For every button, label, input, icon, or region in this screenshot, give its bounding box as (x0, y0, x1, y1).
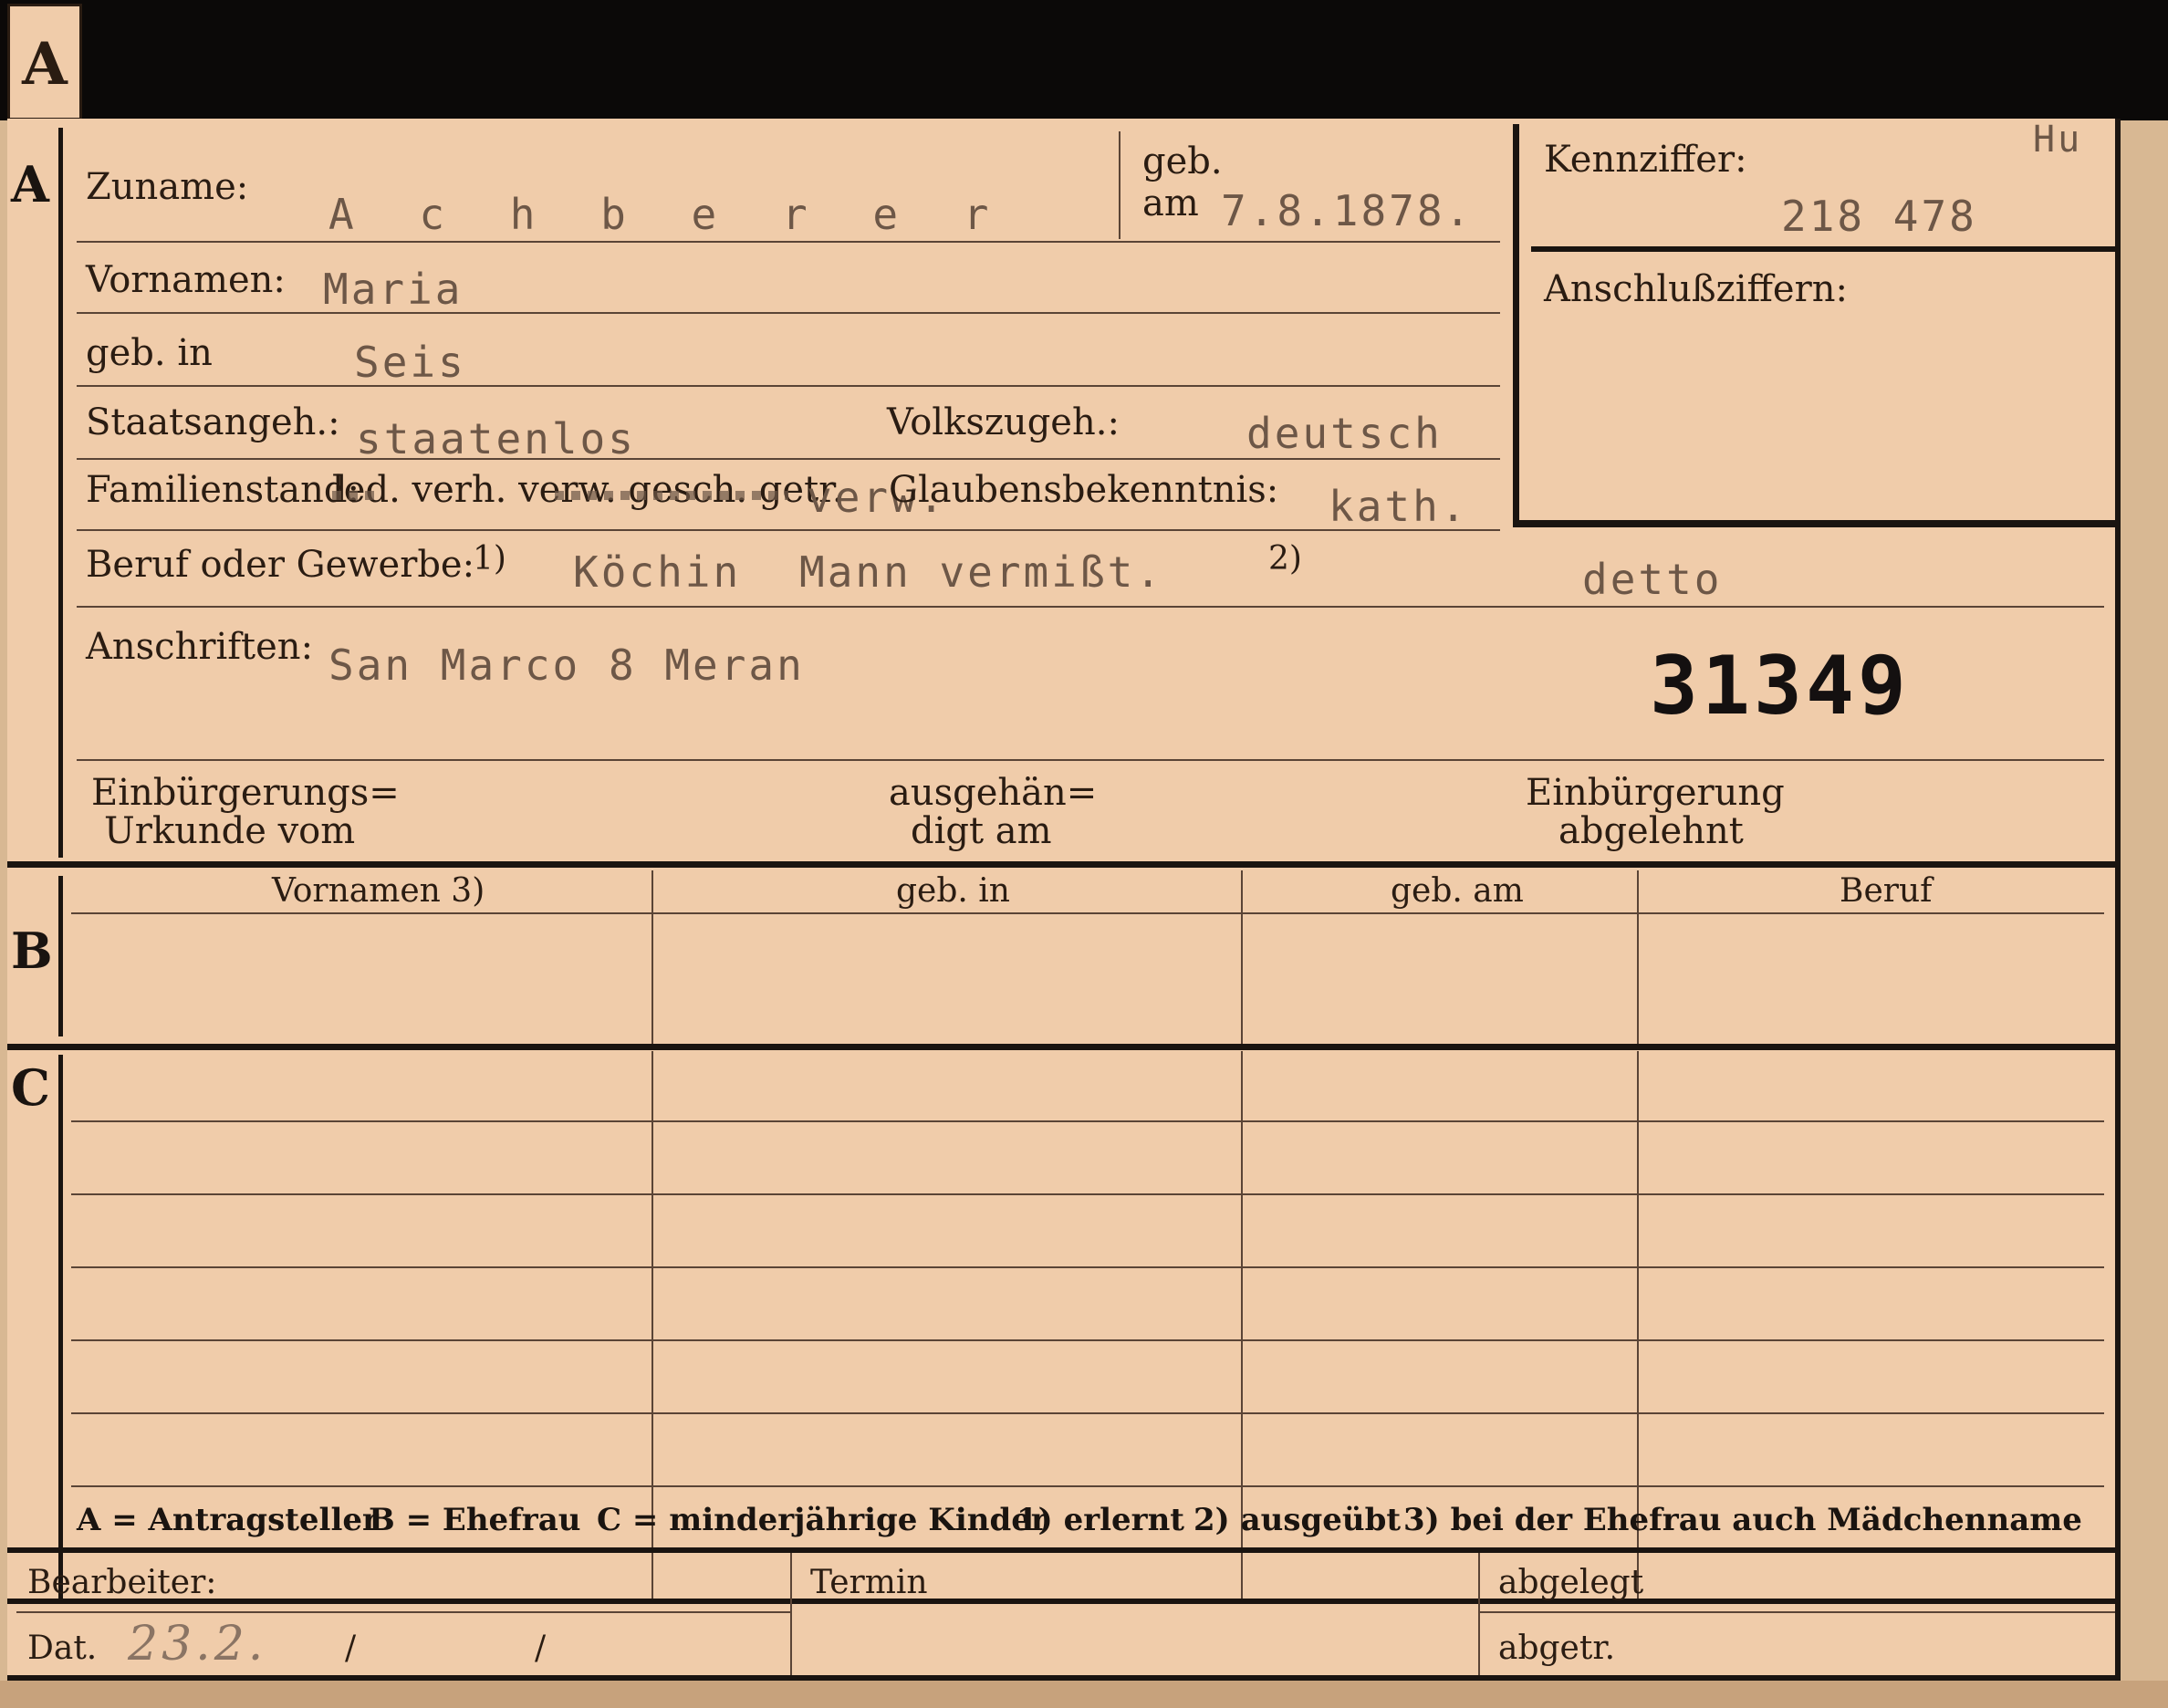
naturalization-label-1: Einbürgerungs= (91, 772, 400, 814)
b-col-firstname: Vornamen 3) (272, 872, 485, 910)
section-marker-a: A (11, 155, 49, 214)
occupation-learned-value: Köchin (573, 547, 742, 597)
rule-marital (77, 529, 1500, 531)
b-col-divider-1 (651, 870, 653, 1044)
b-col-occupation: Beruf (1840, 872, 1933, 910)
b-col-divider-2 (1241, 870, 1243, 1044)
c-row-rule-5 (71, 1412, 2104, 1414)
firstname-value: Maria (323, 265, 464, 314)
index-tab-a: A (7, 4, 82, 120)
strike-led (332, 491, 374, 500)
footer-divider-2 (1478, 1553, 1480, 1675)
marital-label: Familienstand: (86, 469, 360, 511)
top-dark-band (0, 0, 2168, 120)
c-row-rule-4 (71, 1339, 2104, 1341)
ethnicity-value: deutsch (1246, 409, 1443, 458)
footer-divider-1 (790, 1553, 792, 1675)
processor-label: Bearbeiter: (27, 1564, 217, 1601)
section-marker-c: C (11, 1058, 50, 1117)
surname-label: Zuname: (86, 166, 249, 208)
rejected-label-1: Einbürgerung (1526, 772, 1785, 814)
left-border-b (58, 876, 63, 1036)
b-col-divider-3 (1637, 870, 1639, 1044)
religion-value: kath. (1329, 482, 1469, 531)
registration-card: A B C Zuname: A c h b e r e r geb. am 7.… (7, 119, 2121, 1681)
copied-label: abgetr. (1498, 1630, 1616, 1667)
footer-rule-right (1478, 1611, 2115, 1613)
naturalization-label-2: Urkunde vom (104, 810, 356, 852)
date-slash-1: / (345, 1630, 357, 1667)
id-box-divider (1531, 246, 2115, 252)
ethnicity-label: Volkszugeh.: (887, 401, 1120, 443)
occupation-label: Beruf oder Gewerbe: (86, 544, 475, 586)
address-label: Anschriften: (86, 626, 314, 668)
birthdate-divider (1119, 131, 1120, 239)
rule-surname (77, 241, 1500, 243)
c-row-rule-2 (71, 1193, 2104, 1195)
date-slash-2: / (535, 1630, 547, 1667)
section-marker-b: B (11, 922, 53, 980)
divider-b-c (7, 1044, 2115, 1050)
footnote-2-ref: 2) (1268, 540, 1302, 578)
rule-nationality (77, 458, 1500, 460)
footnote-1-ref: 1) (473, 540, 506, 578)
legend-note-2: 2) ausgeübt (1193, 1502, 1402, 1538)
marital-options: led. verh. verw. gesch. getr. (332, 469, 844, 511)
birthplace-value: Seis (354, 338, 466, 387)
rejected-label-2: abgelehnt (1558, 810, 1744, 852)
id-corner-note: Hu (2033, 119, 2083, 161)
birthdate-label-am: am (1142, 182, 1199, 224)
divider-legend-footer (7, 1547, 2115, 1553)
birthdate-value: 7.8.1878. (1221, 186, 1474, 235)
legend-note-3: 3) bei der Ehefrau auch Mädchenname (1403, 1502, 2082, 1538)
c-row-rule-6 (71, 1485, 2104, 1487)
firstname-label: Vornamen: (86, 259, 286, 301)
handed-over-label-2: digt am (911, 810, 1052, 852)
bottom-band (0, 1681, 2168, 1708)
nationality-value: staatenlos (356, 414, 636, 463)
birthplace-label: geb. in (86, 332, 213, 374)
link-numbers-label: Anschlußziffern: (1544, 268, 1848, 310)
legend-c: C = minderjährige Kinder (597, 1502, 1048, 1538)
legend-row: A = Antragsteller B = Ehefrau C = minder… (7, 1496, 2115, 1547)
nationality-label: Staatsangeh.: (86, 401, 340, 443)
deadline-label: Termin (810, 1564, 928, 1601)
rule-firstname (77, 312, 1500, 314)
legend-b: B = Ehefrau (369, 1502, 581, 1538)
occupation-practiced-value: detto (1582, 555, 1723, 604)
id-value: 218 478 (1781, 192, 1977, 241)
b-col-birthdate: geb. am (1391, 872, 1524, 910)
filed-label: abgelegt (1498, 1564, 1644, 1601)
id-label: Kennziffer: (1544, 139, 1747, 181)
date-label: Dat. (27, 1630, 98, 1667)
rule-occupation (77, 606, 2104, 608)
surname-value: A c h b e r e r (328, 190, 1009, 239)
strike-verw-gesch-getr (555, 491, 788, 500)
id-box (1513, 124, 2115, 527)
footer-rule-left (16, 1611, 790, 1613)
divider-c-legend (7, 1599, 2115, 1604)
handed-over-label-1: ausgehän= (889, 772, 1098, 814)
address-value: San Marco 8 Meran (328, 640, 805, 690)
b-col-birthplace: geb. in (896, 872, 1010, 910)
divider-a-b (7, 861, 2115, 868)
rule-address (77, 759, 2104, 761)
date-value: 23.2. (128, 1617, 267, 1672)
rule-birthplace (77, 385, 1500, 387)
b-header-rule (71, 912, 2104, 914)
legend-note-1: 1) erlernt (1016, 1502, 1185, 1538)
c-row-rule-3 (71, 1266, 2104, 1268)
stamped-number: 31349 (1650, 639, 1910, 733)
c-row-rule-1 (71, 1120, 2104, 1122)
occupation-remark: Mann vermißt. (799, 547, 1164, 597)
legend-a: A = Antragsteller (77, 1502, 379, 1538)
birthdate-label-geb: geb. (1142, 141, 1223, 182)
left-border-a (58, 128, 63, 858)
religion-label: Glaubensbekenntnis: (889, 469, 1279, 511)
